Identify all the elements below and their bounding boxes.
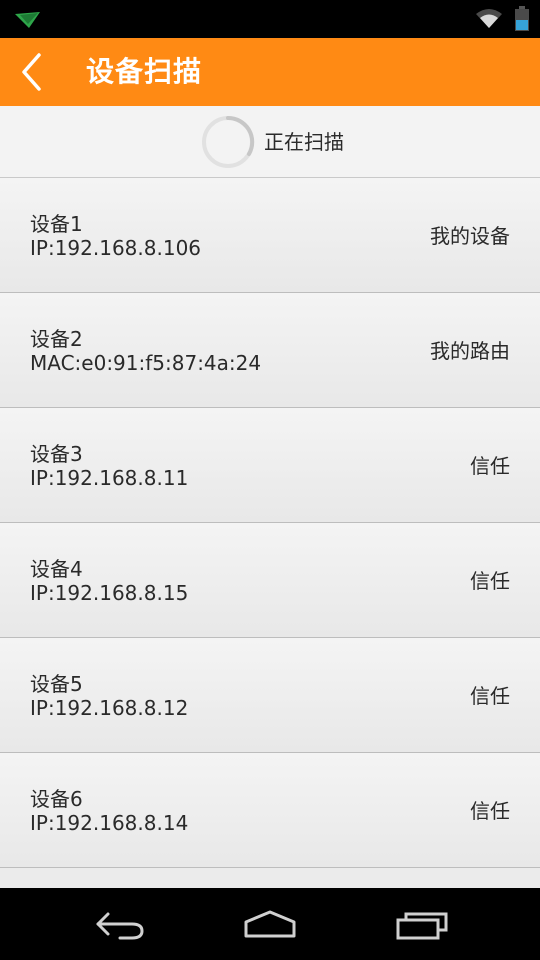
device-name: 设备4 <box>30 557 83 581</box>
battery-icon <box>515 6 529 31</box>
device-list: 设备1 IP:192.168.8.106 我的设备 设备2 MAC:e0:91:… <box>0 178 540 888</box>
wifi-icon <box>476 9 502 28</box>
device-name: 设备5 <box>30 672 83 696</box>
recent-apps-icon[interactable] <box>392 906 452 942</box>
device-status: 我的设备 <box>430 224 510 248</box>
device-name: 设备1 <box>30 212 83 236</box>
app-notification-icon <box>15 12 40 28</box>
scan-status-text: 正在扫描 <box>264 130 344 154</box>
device-status: 我的路由 <box>430 339 510 363</box>
device-status: 信任 <box>470 569 510 593</box>
page-title: 设备扫描 <box>86 55 203 88</box>
device-name: 设备2 <box>30 327 83 351</box>
device-address: IP:192.168.8.14 <box>30 811 189 835</box>
device-row[interactable]: 设备4 IP:192.168.8.15 信任 <box>0 523 540 638</box>
back-arrow-icon[interactable] <box>90 906 150 942</box>
device-status: 信任 <box>470 799 510 823</box>
device-status: 信任 <box>470 454 510 478</box>
device-address: IP:192.168.8.11 <box>30 466 189 490</box>
device-address: IP:192.168.8.106 <box>30 236 202 260</box>
scan-status-bar: 正在扫描 <box>0 106 540 178</box>
device-row[interactable]: 设备6 IP:192.168.8.14 信任 <box>0 753 540 868</box>
app-header: 设备扫描 <box>0 38 540 106</box>
home-icon[interactable] <box>240 906 300 942</box>
device-row[interactable]: 设备1 IP:192.168.8.106 我的设备 <box>0 178 540 293</box>
device-name: 设备6 <box>30 787 83 811</box>
phone-screen: 设备扫描 正在扫描 设备1 IP:192.168.8.106 我的设备 设备2 … <box>0 0 540 960</box>
device-address: IP:192.168.8.12 <box>30 696 189 720</box>
status-bar <box>0 0 540 38</box>
device-row[interactable]: 设备3 IP:192.168.8.11 信任 <box>0 408 540 523</box>
device-status: 信任 <box>470 684 510 708</box>
device-address: MAC:e0:91:f5:87:4a:24 <box>30 351 262 375</box>
device-row[interactable]: 设备2 MAC:e0:91:f5:87:4a:24 我的路由 <box>0 293 540 408</box>
navigation-bar <box>0 888 540 960</box>
chevron-left-icon[interactable] <box>16 52 48 92</box>
device-row[interactable]: 设备5 IP:192.168.8.12 信任 <box>0 638 540 753</box>
device-name: 设备3 <box>30 442 83 466</box>
device-address: IP:192.168.8.15 <box>30 581 189 605</box>
loading-spinner-icon <box>202 115 255 168</box>
